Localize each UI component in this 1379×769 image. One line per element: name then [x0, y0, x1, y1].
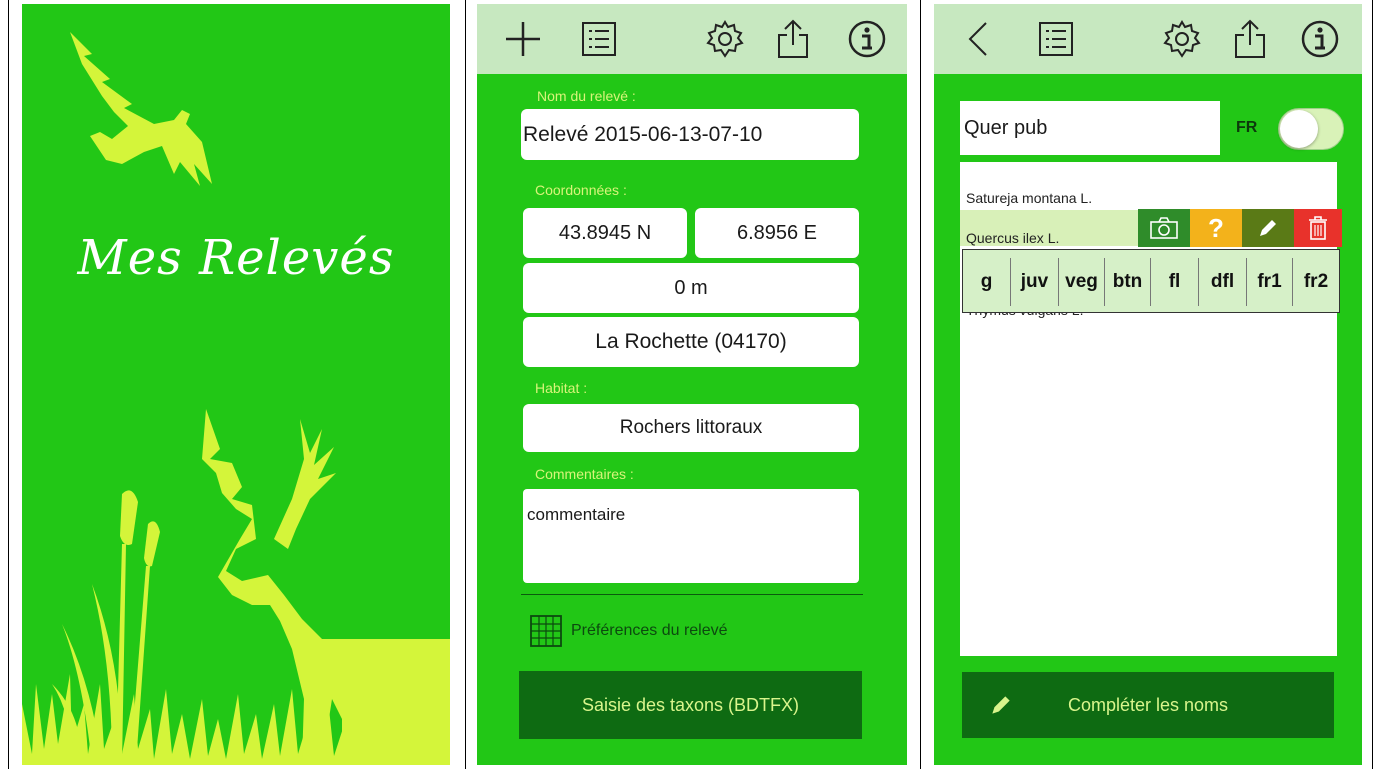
share-icon[interactable] — [771, 17, 815, 61]
grid-icon — [530, 615, 562, 647]
coords-label: Coordonnées : — [535, 182, 627, 198]
question-button[interactable]: ? — [1190, 209, 1242, 247]
tag-fl[interactable]: fl — [1151, 258, 1199, 306]
toolbar — [934, 4, 1362, 74]
habitat-label: Habitat : — [535, 380, 588, 396]
list-item[interactable]: Satureja montana L. — [966, 190, 1092, 206]
language-label: FR — [1236, 119, 1258, 136]
tag-g[interactable]: g — [963, 258, 1011, 306]
preferences-row[interactable]: Préférences du relevé — [529, 614, 728, 648]
language-toggle[interactable] — [1278, 108, 1344, 150]
taxa-screen: Quer pub FR Satureja montana L. Quercus … — [934, 4, 1362, 765]
gear-icon[interactable] — [1160, 17, 1204, 61]
tag-fr2[interactable]: fr2 — [1293, 258, 1339, 306]
list-item[interactable]: Quercus ilex L. — [966, 230, 1059, 246]
altitude-field[interactable]: 0 m — [523, 263, 859, 313]
info-icon[interactable] — [845, 17, 889, 61]
screenshot-frame: Mes Relevés Nom du relevé: Relevé 2015-… — [0, 0, 1379, 769]
divider — [920, 0, 921, 769]
list-icon[interactable] — [577, 17, 621, 61]
add-icon[interactable] — [501, 17, 545, 61]
camera-button[interactable] — [1138, 209, 1190, 247]
locality-field[interactable]: La Rochette (04170) — [523, 317, 859, 367]
complete-names-button[interactable]: Compléter les noms — [962, 672, 1334, 738]
tag-veg[interactable]: veg — [1059, 258, 1105, 306]
pencil-icon — [1260, 220, 1276, 236]
divider — [1372, 0, 1373, 769]
eagle-icon — [70, 32, 212, 186]
tag-btn[interactable]: btn — [1105, 258, 1151, 306]
gear-icon[interactable] — [703, 17, 747, 61]
trash-icon — [1309, 216, 1327, 240]
complete-names-label: Compléter les noms — [1067, 694, 1229, 715]
tag-juv[interactable]: juv — [1011, 258, 1059, 306]
comment-field[interactable]: commentaire — [523, 489, 859, 583]
longitude-field[interactable]: 6.8956 E — [695, 208, 859, 258]
list-icon[interactable] — [1034, 17, 1078, 61]
search-input[interactable]: Quer pub — [960, 101, 1220, 155]
preferences-label: Préférences du relevé — [571, 622, 728, 639]
name-label: Nom du relevé : — [537, 88, 636, 104]
edit-button[interactable] — [1242, 209, 1294, 247]
phenology-tags: g juv veg btn fl dfl fr1 fr2 — [962, 249, 1340, 313]
tag-fr1[interactable]: fr1 — [1247, 258, 1293, 306]
tag-dfl[interactable]: dfl — [1199, 258, 1247, 306]
share-icon[interactable] — [1228, 17, 1272, 61]
separator — [521, 594, 863, 595]
divider — [465, 0, 466, 769]
grass-icon — [22, 674, 450, 765]
toggle-knob — [1280, 110, 1318, 148]
splash-screen: Mes Relevés — [22, 4, 450, 765]
divider — [8, 0, 9, 769]
latitude-field[interactable]: 43.8945 N — [523, 208, 687, 258]
splash-title: Mes Relevés — [77, 230, 395, 286]
name-field[interactable]: Relevé 2015-06-13-07-10 — [521, 109, 859, 160]
taxa-entry-button[interactable]: Saisie des taxons (BDTFX) — [519, 671, 862, 739]
back-icon[interactable] — [956, 17, 1000, 61]
pencil-icon — [992, 696, 1010, 714]
delete-button[interactable] — [1294, 209, 1342, 247]
habitat-field[interactable]: Rochers littoraux — [523, 404, 859, 452]
info-icon[interactable] — [1298, 17, 1342, 61]
camera-icon — [1150, 217, 1178, 239]
form-screen: Nom du relevé : Relevé 2015-06-13-07-10 … — [477, 4, 907, 765]
comment-label: Commentaires : — [535, 466, 634, 482]
toolbar — [477, 4, 907, 74]
